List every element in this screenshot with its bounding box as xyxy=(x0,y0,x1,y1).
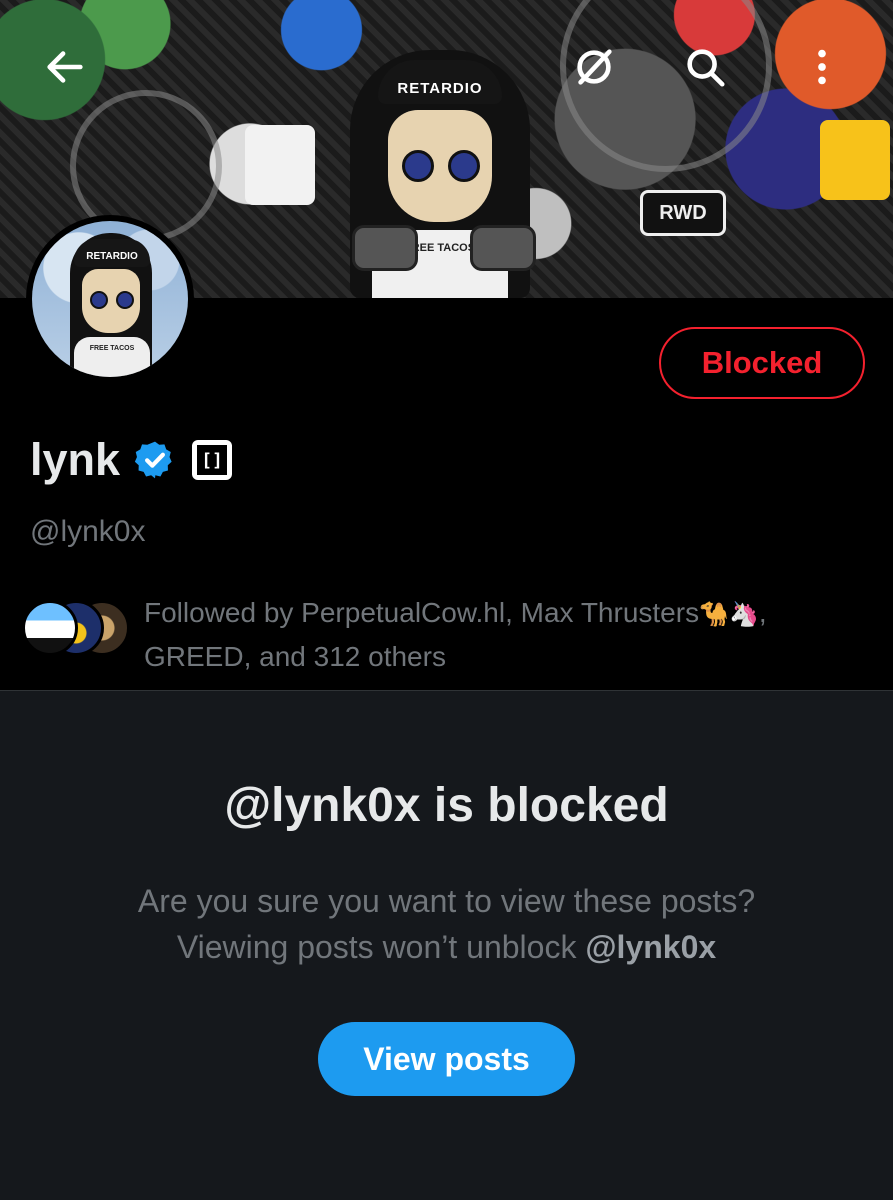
banner-sticker: RWD xyxy=(640,190,726,236)
grok-icon xyxy=(577,49,612,85)
follower-avatars xyxy=(22,600,132,660)
follower-avatar xyxy=(22,600,78,656)
view-posts-button[interactable]: View posts xyxy=(318,1022,575,1096)
affiliate-badge-icon[interactable]: [] xyxy=(192,440,233,480)
blocked-notice-title: @lynk0x is blocked xyxy=(224,779,669,832)
display-name: lynk xyxy=(30,434,121,485)
blocked-notice-line2: Viewing posts won’t unblock @lynk0x xyxy=(0,924,893,970)
search-button[interactable] xyxy=(670,32,740,102)
blocked-notice-line2-prefix: Viewing posts won’t unblock xyxy=(176,929,586,965)
avatar-cap-text: RETARDIO xyxy=(74,239,150,267)
banner-decoration xyxy=(245,125,315,205)
arrow-left-icon xyxy=(47,51,83,83)
banner-decoration xyxy=(352,225,418,271)
blocked-notice-line1: Are you sure you want to view these post… xyxy=(137,883,756,919)
blocked-notice-handle: @lynk0x xyxy=(585,929,717,965)
followed-by-emoji: 🐪🦄 xyxy=(699,601,759,628)
avatar-shirt-text: FREE TACOS xyxy=(74,337,150,377)
banner-decoration xyxy=(470,225,536,271)
profile-name-row: lynk [] xyxy=(30,430,233,490)
more-button[interactable] xyxy=(787,32,857,102)
profile-handle: @lynk0x xyxy=(30,515,146,548)
profile-avatar[interactable]: RETARDIO FREE TACOS xyxy=(26,215,194,383)
back-button[interactable] xyxy=(30,32,100,102)
grok-button[interactable] xyxy=(559,32,629,102)
banner-decoration xyxy=(820,120,890,200)
blocked-notice-message: Are you sure you want to view these post… xyxy=(0,878,893,970)
followed-by-prefix: Followed by PerpetualCow.hl, Max Thruste… xyxy=(144,597,700,628)
search-icon xyxy=(687,49,725,87)
blocked-button[interactable]: Blocked xyxy=(659,327,865,399)
affiliate-badge-text: [] xyxy=(197,445,228,475)
verified-badge-icon[interactable] xyxy=(134,439,176,481)
banner-cap-text: RETARDIO xyxy=(378,60,502,104)
followed-by-text: Followed by PerpetualCow.hl, Max Thruste… xyxy=(144,592,864,678)
more-vertical-icon xyxy=(818,49,826,85)
